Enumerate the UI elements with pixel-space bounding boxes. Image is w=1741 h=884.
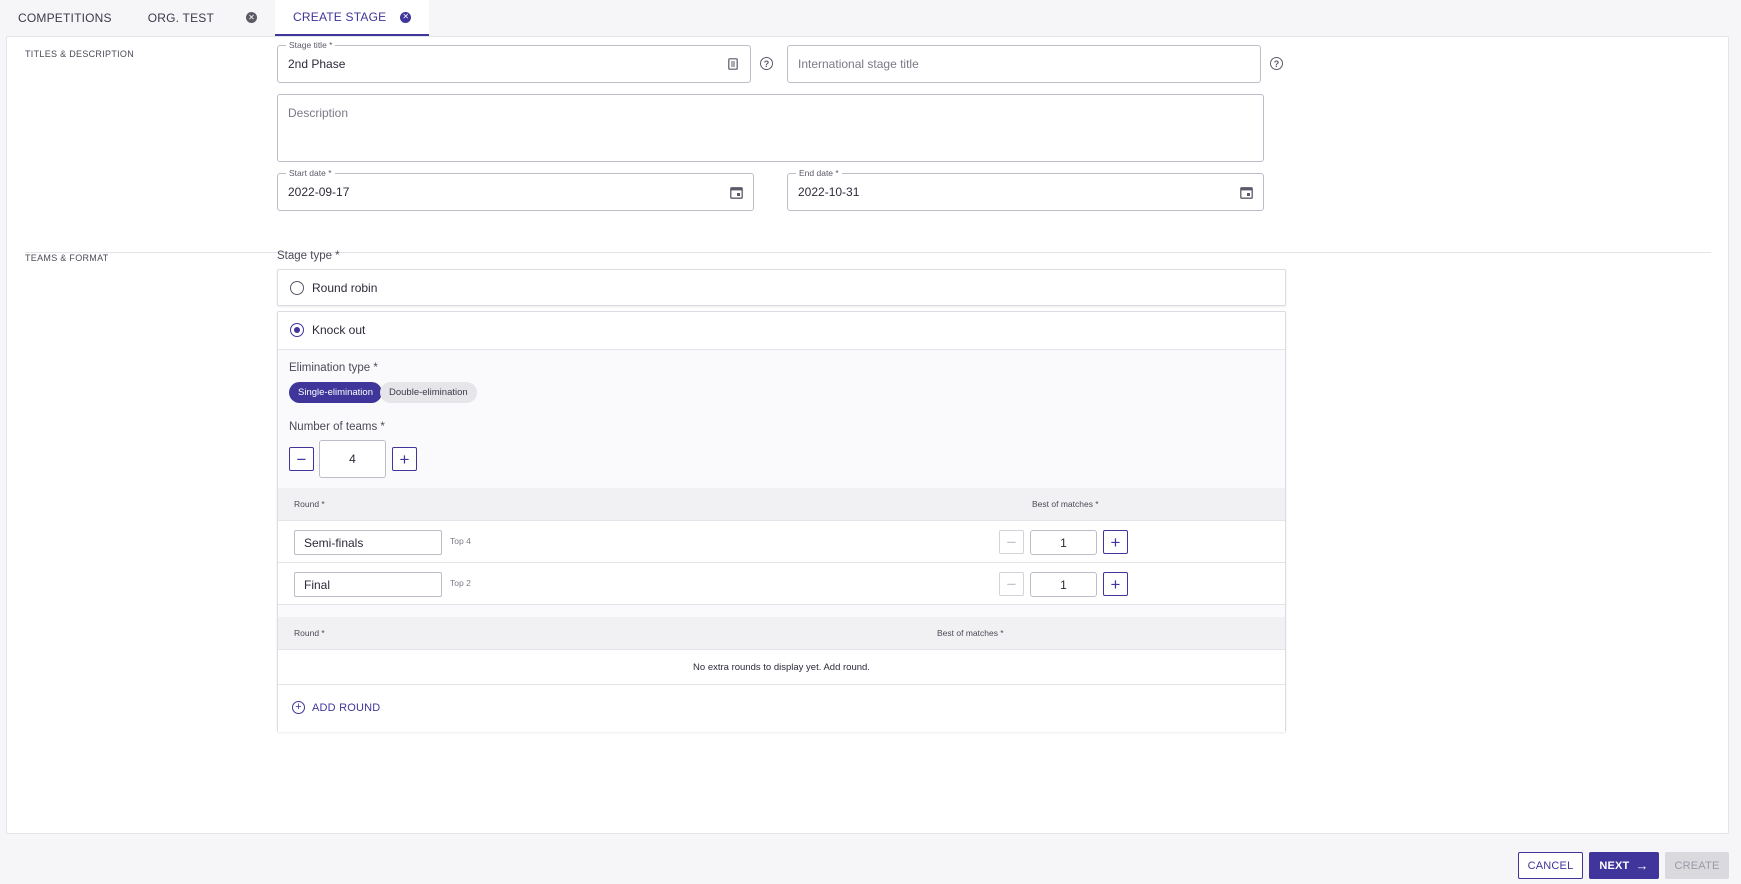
plus-icon: + — [1110, 532, 1121, 552]
create-stage-card: TITLES & DESCRIPTION Stage title * 2nd P… — [6, 36, 1729, 834]
teams-count-input[interactable]: 4 — [319, 440, 386, 478]
start-date-label: Start date * — [286, 168, 335, 179]
round-robin-label: Round robin — [312, 281, 378, 295]
plus-icon: + — [399, 449, 410, 469]
help-icon[interactable]: ? — [760, 57, 773, 70]
tab-label: COMPETITIONS — [18, 10, 112, 25]
tab-label: CREATE STAGE — [293, 10, 387, 24]
table-row: Final Top 2 − 1 + — [278, 563, 1285, 605]
round-hint: Top 2 — [450, 578, 471, 588]
increase-best-of-button[interactable]: + — [1103, 530, 1128, 554]
stage-title-label: Stage title * — [286, 40, 336, 51]
stage-type-option-round-robin[interactable]: Round robin — [277, 269, 1286, 306]
close-icon[interactable]: ✕ — [400, 11, 412, 23]
knock-out-label: Knock out — [312, 323, 366, 337]
stage-type-label: Stage type * — [277, 250, 340, 262]
plus-icon: + — [1110, 574, 1121, 594]
best-of-column-header: Best of matches * — [1032, 499, 1099, 509]
tab-label: ORG. TEST — [147, 10, 215, 25]
radio-unchecked-icon[interactable] — [290, 281, 304, 295]
best-of-input[interactable]: 1 — [1030, 572, 1097, 597]
next-label: NEXT — [1599, 859, 1630, 872]
close-icon[interactable]: ✕ — [246, 12, 258, 23]
extra-rounds-empty-message: No extra rounds to display yet. Add roun… — [278, 650, 1285, 685]
decrease-teams-button[interactable]: − — [289, 447, 314, 471]
minus-icon: − — [1006, 532, 1017, 552]
extra-rounds-table-header: Round * Best of matches * — [278, 617, 1285, 650]
round-column-header: Round * — [294, 628, 325, 638]
clipboard-icon[interactable] — [726, 57, 740, 71]
next-button[interactable]: NEXT → — [1589, 852, 1659, 879]
chip-single-elimination[interactable]: Single-elimination — [289, 382, 382, 403]
increase-teams-button[interactable]: + — [392, 447, 417, 471]
section-titles-description: TITLES & DESCRIPTION — [25, 49, 135, 59]
calendar-icon[interactable] — [729, 185, 743, 199]
knock-out-settings: Elimination type * Single-elimination Do… — [278, 349, 1285, 732]
help-icon[interactable]: ? — [1270, 57, 1283, 70]
cancel-button[interactable]: CANCEL — [1518, 852, 1583, 879]
end-date-field[interactable]: End date * 2022-10-31 — [787, 168, 1264, 211]
tab-org-test[interactable]: ORG. TEST ✕ — [130, 0, 275, 35]
calendar-icon[interactable] — [1239, 185, 1253, 199]
end-date-value: 2022-10-31 — [798, 185, 860, 199]
round-robin-radio-row[interactable]: Round robin — [290, 281, 377, 295]
number-of-teams-label: Number of teams * — [289, 421, 385, 433]
stage-title-value: 2nd Phase — [288, 57, 346, 71]
best-of-column-header: Best of matches * — [937, 628, 1004, 638]
add-round-bar: + ADD ROUND — [278, 685, 1285, 732]
create-button[interactable]: CREATE — [1665, 852, 1729, 879]
best-of-input[interactable]: 1 — [1030, 530, 1097, 555]
tab-create-stage[interactable]: CREATE STAGE ✕ — [275, 0, 430, 36]
arrow-right-icon: → — [1635, 858, 1649, 873]
description-field[interactable]: Description — [277, 94, 1264, 162]
add-circle-icon: + — [292, 701, 305, 714]
end-date-label: End date * — [796, 168, 842, 179]
tab-bar: COMPETITIONS ORG. TEST ✕ CREATE STAGE ✕ — [0, 0, 1741, 36]
knock-out-radio-row[interactable]: Knock out — [290, 323, 365, 337]
table-row: Semi-finals Top 4 − 1 + — [278, 521, 1285, 563]
decrease-best-of-button[interactable]: − — [999, 572, 1024, 596]
round-column-header: Round * — [294, 499, 325, 509]
radio-checked-icon[interactable] — [290, 323, 304, 337]
start-date-field[interactable]: Start date * 2022-09-17 — [277, 168, 754, 211]
minus-icon: − — [1006, 574, 1017, 594]
rounds-table-header: Round * Best of matches * — [278, 488, 1285, 521]
stage-type-option-knock-out[interactable]: Knock out Elimination type * Single-elim… — [277, 311, 1286, 732]
stage-title-field[interactable]: Stage title * 2nd Phase — [277, 40, 751, 83]
tab-competitions[interactable]: COMPETITIONS — [0, 0, 130, 35]
decrease-best-of-button[interactable]: − — [999, 530, 1024, 554]
round-name-input[interactable]: Semi-finals — [294, 530, 442, 555]
chip-double-elimination[interactable]: Double-elimination — [380, 382, 477, 403]
add-round-label: ADD ROUND — [312, 701, 381, 714]
minus-icon: − — [296, 449, 307, 469]
section-teams-format: TEAMS & FORMAT — [25, 253, 109, 263]
description-placeholder: Description — [288, 106, 349, 120]
international-title-placeholder: International stage title — [798, 57, 919, 71]
elimination-type-label: Elimination type * — [289, 362, 378, 374]
increase-best-of-button[interactable]: + — [1103, 572, 1128, 596]
add-round-button[interactable]: + ADD ROUND — [292, 701, 380, 714]
start-date-value: 2022-09-17 — [288, 185, 350, 199]
international-title-field[interactable]: International stage title — [787, 45, 1261, 83]
round-hint: Top 4 — [450, 536, 471, 546]
round-name-input[interactable]: Final — [294, 572, 442, 597]
